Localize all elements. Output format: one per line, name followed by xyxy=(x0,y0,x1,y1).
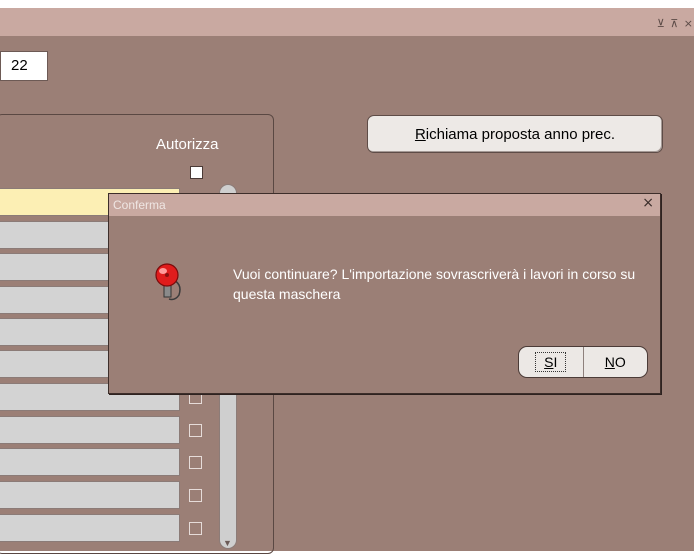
window-controls[interactable]: ⊻ ⊼ × xyxy=(657,17,694,30)
row-authorize-checkbox[interactable] xyxy=(189,456,202,469)
row-field[interactable] xyxy=(0,481,180,509)
dialog-close-icon[interactable]: × xyxy=(642,195,654,211)
dialog-button-group: SI NO xyxy=(518,346,648,378)
row-field[interactable] xyxy=(0,416,180,444)
window-titlebar: ⊻ ⊼ × xyxy=(0,8,694,36)
row-authorize-checkbox[interactable] xyxy=(189,522,202,535)
authorize-all-checkbox[interactable] xyxy=(190,166,203,179)
scroll-down-arrow-icon[interactable]: ▼ xyxy=(223,538,232,548)
row-authorize-checkbox[interactable] xyxy=(189,424,202,437)
row-field[interactable] xyxy=(0,448,180,476)
yes-button[interactable]: SI xyxy=(519,347,584,377)
yes-button-label-wrapper: SI xyxy=(535,352,567,372)
row-field[interactable] xyxy=(0,514,180,542)
column-header-autorizza: Autorizza xyxy=(156,136,219,153)
dialog-title: Conferma xyxy=(113,198,166,212)
confirm-dialog: Conferma × Vuoi continuare? L'importazio… xyxy=(108,193,661,394)
alarm-bell-icon xyxy=(155,263,181,301)
dialog-titlebar: Conferma × xyxy=(109,194,660,216)
year-field[interactable]: 22 xyxy=(0,51,48,81)
no-button-mnemonic: N xyxy=(604,354,615,370)
recall-previous-year-button[interactable]: Richiama proposta anno prec. xyxy=(367,115,663,153)
dialog-message: Vuoi continuare? L'importazione sovrascr… xyxy=(233,266,636,302)
no-button-label: O xyxy=(614,354,626,370)
row-authorize-checkbox[interactable] xyxy=(189,489,202,502)
no-button[interactable]: NO xyxy=(584,347,648,377)
yes-button-label: I xyxy=(553,354,558,370)
recall-button-mnemonic: R xyxy=(414,125,426,143)
recall-button-label: ichiama proposta anno prec. xyxy=(425,125,616,143)
